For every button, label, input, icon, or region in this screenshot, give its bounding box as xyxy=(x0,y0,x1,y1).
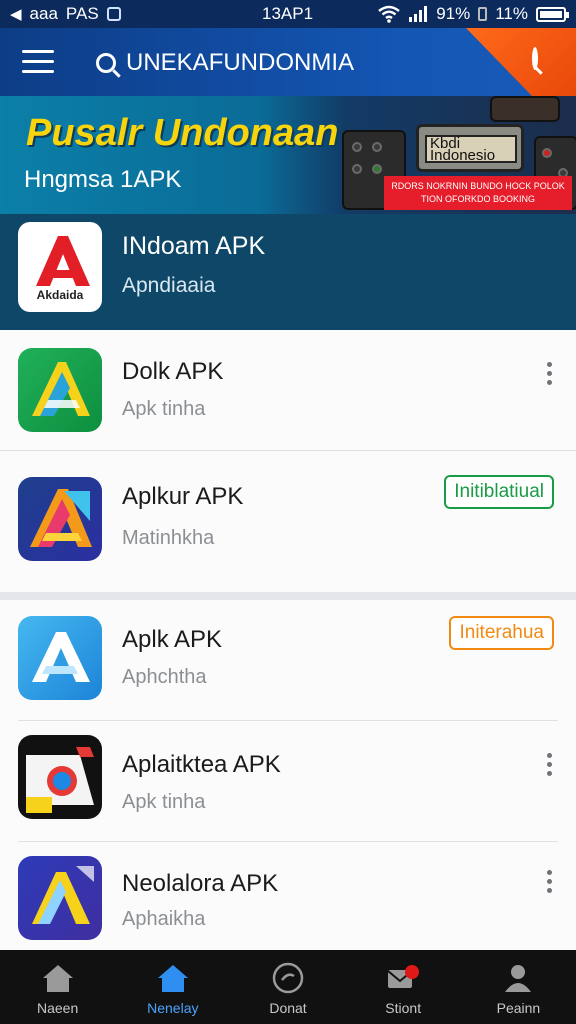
nav-item-messages[interactable]: Stiont xyxy=(346,950,461,1024)
banner-device-top xyxy=(490,96,560,122)
status-badge[interactable]: Initerahua xyxy=(449,616,554,650)
featured-app-icon-label: Akdaida xyxy=(36,288,84,302)
search-query: UNEKAFUNDONMIA xyxy=(126,49,355,76)
banner-artwork: Kbdi Indonesio RDORS NOKRNIN BUNDO HOCK … xyxy=(340,96,576,214)
app-bar: UNEKAFUNDONMIA xyxy=(0,28,576,96)
carrier-label: aaa xyxy=(29,4,58,23)
list-item[interactable]: Aplkur APK Matinhkha Initiblatiual xyxy=(0,451,576,592)
status-left: ◀ aaa PAS xyxy=(10,4,121,24)
app-title: Aplaitktea APK xyxy=(122,751,281,778)
nav-item-featured[interactable]: Nenelay xyxy=(115,950,230,1024)
nav-item-profile[interactable]: Peainn xyxy=(461,950,576,1024)
nav-label: Donat xyxy=(269,1000,307,1016)
banner-title: Pusalr Undonaan xyxy=(26,112,339,154)
app-icon xyxy=(18,616,102,700)
network-label: PAS xyxy=(65,4,99,23)
list-item[interactable]: Neolalora APK Aphaikha xyxy=(0,842,576,950)
banner-panel: Kbdi Indonesio xyxy=(416,124,524,172)
nav-item-download[interactable]: Donat xyxy=(230,950,345,1024)
search-icon xyxy=(96,53,116,73)
app-icon xyxy=(18,348,102,432)
app-title: Neolalora APK xyxy=(122,870,279,897)
app-title: Aplkur APK xyxy=(122,483,244,510)
app-subtitle: Apk tinha xyxy=(122,791,206,813)
wifi-icon xyxy=(378,5,400,23)
search-field[interactable]: UNEKAFUNDONMIA xyxy=(96,46,396,80)
list-item[interactable]: Aplk APK Aphchtha Initerahua xyxy=(0,600,576,720)
promo-banner[interactable]: Pusalr Undonaan Hngmsa 1APK Kbdi Indones… xyxy=(0,96,576,214)
nav-label: Stiont xyxy=(385,1000,422,1016)
notification-icon xyxy=(106,7,121,21)
app-icon xyxy=(18,735,102,819)
mail-icon xyxy=(387,965,420,988)
status-bar: ◀ aaa PAS 13AP1 91% 11% xyxy=(0,0,576,28)
home-icon xyxy=(157,965,188,992)
profile-icon xyxy=(505,965,532,992)
app-bar-accent xyxy=(466,28,576,96)
banner-subtitle: Hngmsa 1APK xyxy=(24,166,182,193)
navigation-arrow-icon: ◀ xyxy=(10,6,22,23)
featured-app-subtitle: Apndiaaia xyxy=(122,274,216,297)
app-title: Dolk APK xyxy=(122,358,224,385)
section-gap xyxy=(0,592,576,600)
nav-label: Peainn xyxy=(496,1000,541,1016)
app-subtitle: Matinhkha xyxy=(122,527,215,549)
battery-icon xyxy=(536,6,569,22)
bottom-nav: Naeen Nenelay Donat Stiont Peainn xyxy=(0,950,576,1024)
more-options-icon[interactable] xyxy=(544,362,554,388)
banner-strip-text: RDORS NOKRNIN BUNDO HOCK POLOK TION OFOR… xyxy=(384,176,572,210)
status-right: 91% 11% xyxy=(378,4,569,24)
more-options-icon[interactable] xyxy=(544,870,554,896)
search-icon xyxy=(532,47,538,70)
featured-app-name: INdoam APK xyxy=(122,232,266,260)
status-badge[interactable]: Initiblatiual xyxy=(444,475,554,509)
signal-icon xyxy=(409,6,428,22)
app-icon xyxy=(18,477,102,561)
app-subtitle: Apk tinha xyxy=(122,398,206,420)
nav-label: Nenelay xyxy=(147,1000,199,1016)
app-icon xyxy=(18,856,102,940)
battery-fill xyxy=(540,10,562,18)
battery-percent-1: 91% xyxy=(436,4,471,23)
home-icon xyxy=(42,965,73,992)
nav-item-home[interactable]: Naeen xyxy=(0,950,115,1024)
featured-app-icon: Akdaida xyxy=(18,222,102,312)
app-subtitle: Aphaikha xyxy=(122,908,206,930)
battery-percent-2: 11% xyxy=(495,4,528,23)
list-item[interactable]: Dolk APK Apk tinha xyxy=(0,330,576,450)
status-time: 13AP1 xyxy=(262,4,314,23)
app-title: Aplk APK xyxy=(122,626,223,653)
battery-small-icon xyxy=(478,7,488,21)
search-button[interactable] xyxy=(532,47,556,74)
banner-panel-text: Kbdi Indonesio xyxy=(425,135,517,163)
download-icon xyxy=(272,962,304,994)
nav-label: Naeen xyxy=(36,1000,79,1016)
more-options-icon[interactable] xyxy=(544,753,554,779)
featured-app[interactable]: Akdaida INdoam APK Apndiaaia xyxy=(0,214,576,330)
list-item[interactable]: Aplaitktea APK Apk tinha xyxy=(0,721,576,841)
menu-icon[interactable] xyxy=(22,50,54,74)
app-subtitle: Aphchtha xyxy=(122,666,207,688)
app-list: Dolk APK Apk tinha Aplkur APK Matinhkha … xyxy=(0,330,576,950)
